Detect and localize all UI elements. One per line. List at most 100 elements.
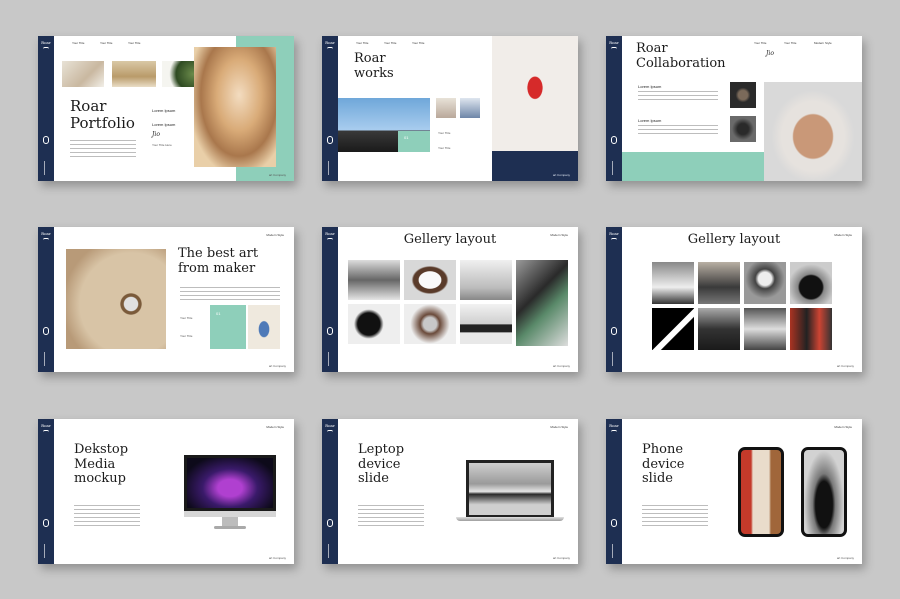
desktop-monitor-base xyxy=(214,526,246,529)
slide-title: Leptop xyxy=(358,442,405,457)
header-text: Modern Style xyxy=(266,425,284,429)
nav-item: Your Title xyxy=(784,41,797,45)
brand-logo: Roar xyxy=(609,423,619,428)
gallery-photo xyxy=(460,304,512,344)
sidebar-rule xyxy=(328,544,332,558)
gallery-photo xyxy=(652,308,694,350)
slide-title: device xyxy=(642,456,685,472)
header-text: Modern Style xyxy=(834,425,852,429)
logo-mark-icon xyxy=(611,430,617,432)
slide-desktop[interactable]: Roar Modern Style Dekstop Media mockup a… xyxy=(38,419,294,564)
slide-title: Roar xyxy=(354,51,386,66)
slide-gallery-2[interactable]: Roar Modern Style Gellery layout art Com… xyxy=(606,227,862,372)
sidebar-rule xyxy=(612,352,616,366)
gallery-photo xyxy=(698,308,740,350)
slide-title: Dekstop xyxy=(74,442,129,457)
logo-mark-icon xyxy=(327,47,333,49)
nav-item: Your Title xyxy=(356,41,369,45)
nav-item: Your Title xyxy=(754,41,767,45)
list-item: Lorem Ipsum xyxy=(638,84,662,89)
paragraph-placeholder xyxy=(70,140,136,158)
slide-title: Media xyxy=(74,456,116,472)
sidebar-rule xyxy=(44,352,48,366)
mouse-icon xyxy=(611,327,617,335)
photo-portrait xyxy=(194,47,276,167)
sidebar-rule xyxy=(612,544,616,558)
gallery-photo xyxy=(348,260,400,300)
brand-logo: Roar xyxy=(609,40,619,45)
slide-sidebar: Roar xyxy=(606,36,622,181)
nav-item: Your Title xyxy=(384,41,397,45)
photo-woman-red xyxy=(492,36,578,151)
slide-gallery-1[interactable]: Roar Modern Style Gellery layout art Com… xyxy=(322,227,578,372)
paragraph-placeholder xyxy=(638,91,718,103)
photo-thumb xyxy=(248,305,280,349)
footer-text: art Company xyxy=(552,556,570,560)
slide-works[interactable]: Roar Your Title Your Title Your Title Ro… xyxy=(322,36,578,181)
list-item: Lorem Ipsum xyxy=(152,122,176,127)
gallery-photo xyxy=(698,262,740,304)
slide-phone[interactable]: Roar Modern Style Phone device slide art… xyxy=(606,419,862,564)
slide-collaboration[interactable]: Roar Your Title Your Title Modern Style … xyxy=(606,36,862,181)
logo-mark-icon xyxy=(43,430,49,432)
header-text: Modern Style xyxy=(550,425,568,429)
mouse-icon xyxy=(327,327,333,335)
slide-sidebar: Roar xyxy=(322,227,338,372)
photo-landscape xyxy=(112,61,156,87)
desktop-monitor-screen xyxy=(184,455,276,511)
photo-interior xyxy=(62,61,104,87)
sidebar-rule xyxy=(44,161,48,175)
mouse-icon xyxy=(327,136,333,144)
sidebar-rule xyxy=(328,161,332,175)
slide-title: device xyxy=(358,456,401,472)
laptop-screen xyxy=(466,460,554,517)
gallery-photo xyxy=(404,260,456,300)
slide-laptop[interactable]: Roar Modern Style Leptop device slide ar… xyxy=(322,419,578,564)
sidebar-rule xyxy=(44,544,48,558)
brand-logo: Roar xyxy=(325,40,335,45)
nav-item: Modern Style xyxy=(814,41,832,45)
slide-sidebar: Roar xyxy=(38,227,54,372)
gallery-photo xyxy=(404,304,456,344)
footer-text: art Company xyxy=(268,556,286,560)
footer-text: art Company xyxy=(268,173,286,177)
label-text: Your Title xyxy=(438,131,451,135)
gallery-photo xyxy=(652,262,694,304)
teal-band xyxy=(622,152,764,181)
mouse-icon xyxy=(43,519,49,527)
brand-logo: Roar xyxy=(41,423,51,428)
footer-text: art Company xyxy=(836,556,854,560)
slide-title: Roar xyxy=(70,97,107,115)
slide-title: works xyxy=(354,65,394,81)
header-text: Modern Style xyxy=(266,233,284,237)
brand-logo: Roar xyxy=(325,423,335,428)
brand-logo: Roar xyxy=(41,40,51,45)
slide-sidebar: Roar xyxy=(38,419,54,564)
laptop-base xyxy=(456,517,564,521)
slide-portfolio[interactable]: Roar Your Title Your Title Your Title Ro… xyxy=(38,36,294,181)
slide-title: slide xyxy=(642,471,674,487)
nav-item: Your Title xyxy=(128,41,141,45)
footer-text: art Company xyxy=(552,173,570,177)
logo-mark-icon xyxy=(327,430,333,432)
slide-best-art[interactable]: Roar Modern Style The best art from make… xyxy=(38,227,294,372)
photo-woman-towel xyxy=(764,82,862,181)
footer-text: art Company xyxy=(552,364,570,368)
gallery-photo xyxy=(744,262,786,304)
signature-name: Your Title Here xyxy=(152,143,172,147)
mouse-icon xyxy=(43,327,49,335)
sidebar-rule xyxy=(612,161,616,175)
paragraph-placeholder xyxy=(180,287,280,301)
paragraph-placeholder xyxy=(638,125,718,137)
signature: Jio xyxy=(152,131,160,138)
mouse-icon xyxy=(327,519,333,527)
label-text: Your Title xyxy=(180,316,193,320)
slide-sidebar: Roar xyxy=(38,36,54,181)
slide-title: Gellery layout xyxy=(687,232,781,247)
slide-title: Gellery layout xyxy=(403,232,497,247)
photo-thumb xyxy=(436,98,456,118)
gallery-photo xyxy=(790,262,832,304)
footer-text: art Company xyxy=(268,364,286,368)
gallery-photo xyxy=(516,260,568,346)
photo-thumb xyxy=(730,116,756,142)
